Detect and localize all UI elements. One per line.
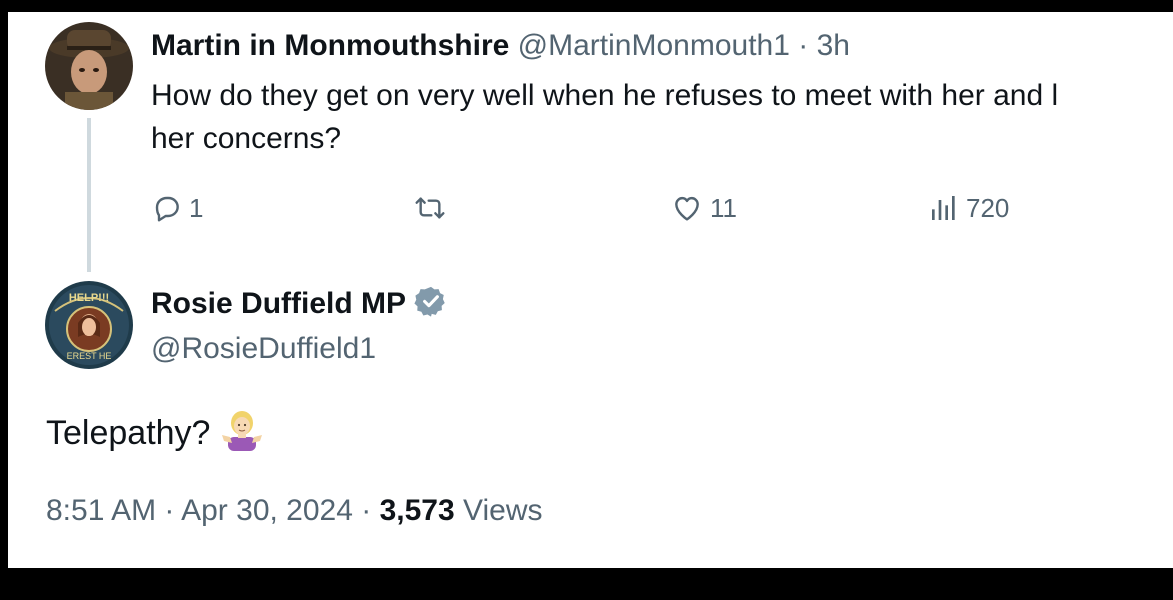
reply-button[interactable]: 1 xyxy=(151,192,203,224)
reply-text-line1: How do they get on very well when he ref… xyxy=(151,79,1059,112)
tweet-thread-panel: Martin in Monmouthshire @MartinMonmouth1… xyxy=(8,12,1173,568)
tweet-views-count: 3,573 xyxy=(379,494,455,527)
reply-separator: · xyxy=(798,29,809,62)
comment-icon xyxy=(151,192,183,224)
thread-connector-line xyxy=(87,118,91,272)
retweet-icon xyxy=(412,192,448,224)
heart-icon xyxy=(670,192,704,224)
screenshot-frame: Martin in Monmouthshire @MartinMonmouth1… xyxy=(0,0,1173,600)
like-count: 11 xyxy=(710,192,737,223)
tweet-author-row: Rosie Duffield MP xyxy=(151,284,448,323)
tweet-text: Telepathy? xyxy=(46,414,211,452)
rosie-avatar[interactable]: HELP!!! EREST HE xyxy=(45,281,133,369)
avatar-text-top: HELP!!! xyxy=(69,292,109,304)
reply-author-handle[interactable]: @MartinMonmouth1 xyxy=(518,29,790,62)
reply-time[interactable]: 3h xyxy=(817,29,850,62)
reply-text-line2: her concerns? xyxy=(151,122,342,155)
tweet-date[interactable]: Apr 30, 2024 xyxy=(181,494,353,527)
avatar-text-bottom: EREST HE xyxy=(67,351,112,361)
tweet-author-name[interactable]: Rosie Duffield MP xyxy=(151,287,406,321)
analytics-bars-icon xyxy=(928,192,960,224)
reply-header: Martin in Monmouthshire @MartinMonmouth1… xyxy=(151,27,850,65)
tweet-meta: 8:51 AM · Apr 30, 2024 · 3,573 Views xyxy=(46,494,543,528)
retweet-button[interactable] xyxy=(412,192,454,224)
like-button[interactable]: 11 xyxy=(670,192,737,224)
tweet-author-handle[interactable]: @RosieDuffield1 xyxy=(151,332,376,366)
reply-author-name[interactable]: Martin in Monmouthshire xyxy=(151,29,509,62)
woman-shrugging-emoji-icon xyxy=(220,407,264,460)
tweet-body: Telepathy? xyxy=(46,407,264,460)
reply-text: How do they get on very well when he ref… xyxy=(151,74,1173,160)
martin-avatar[interactable] xyxy=(45,22,133,110)
verified-badge-icon[interactable] xyxy=(414,284,448,323)
tweet-views-label[interactable]: Views xyxy=(463,494,542,527)
tweet-time[interactable]: 8:51 AM xyxy=(46,494,156,527)
views-button[interactable]: 720 xyxy=(928,192,1009,224)
meta-separator-1: · xyxy=(164,494,175,527)
reply-count: 1 xyxy=(189,192,204,223)
views-count: 720 xyxy=(966,192,1010,223)
meta-separator-2: · xyxy=(361,494,372,527)
